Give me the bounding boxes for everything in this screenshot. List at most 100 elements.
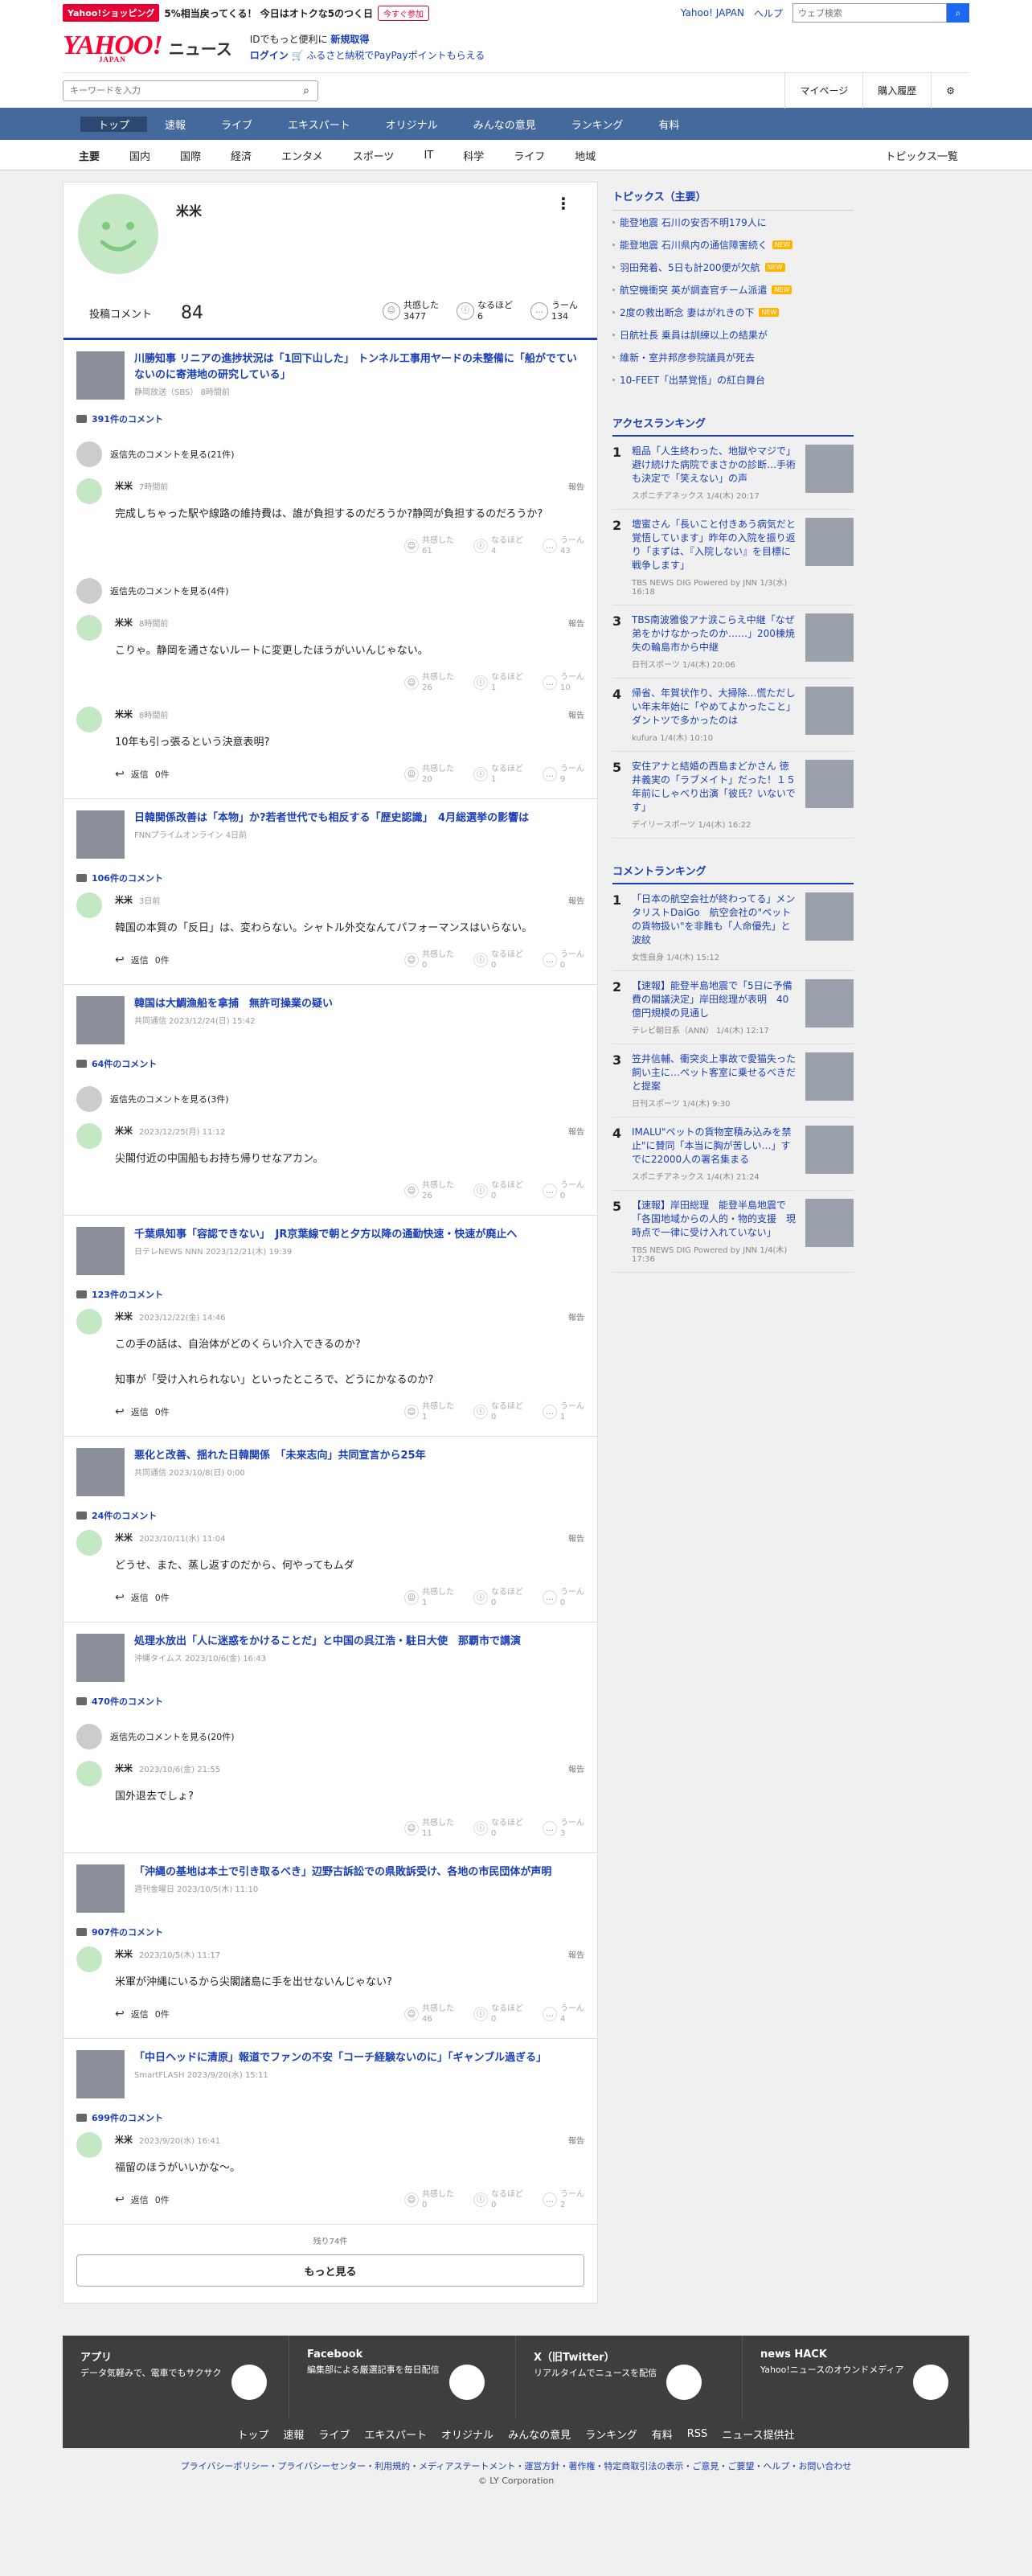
parent-comment-link[interactable]: 返信先のコメントを見る(3件) (76, 1083, 584, 1115)
footer-service-icon[interactable]: Y (231, 2365, 267, 2400)
empathy-button[interactable]: ☺ 共感した 0 (404, 2189, 454, 2210)
topic-item[interactable]: 羽田発着、5日も計200便が欠航 NEW (612, 256, 854, 278)
avatar[interactable] (76, 1123, 102, 1149)
ranking-title[interactable]: TBS南波雅俊アナ涙こらえ中継「なぜ弟をかけなかったのか……」200棟焼失の輪島… (632, 613, 797, 654)
parent-comment-link[interactable]: 返信先のコメントを見る(21件) (76, 438, 584, 470)
gnav-item-0[interactable]: トップ (80, 116, 148, 132)
subnav-item-9[interactable]: 地域 (575, 148, 596, 163)
avatar[interactable] (76, 615, 102, 641)
footer-service[interactable]: Facebook 編集部による厳選記事を毎日配信 f (289, 2336, 516, 2419)
empathy-button[interactable]: ☺ 共感した 1 (404, 1401, 454, 1422)
comment-author[interactable]: 米米 (115, 479, 133, 492)
comment-count-link[interactable]: 470件のコメント (76, 1695, 584, 1708)
avatar[interactable] (76, 2132, 102, 2158)
empathy-button[interactable]: ☺ 共感した 20 (404, 764, 454, 785)
comment-count-text[interactable]: 64件のコメント (92, 1057, 157, 1070)
ranking-title[interactable]: 【速報】岸田総理 能登半島地震で「各国地域からの人的・物的支援 現時点で一律に受… (632, 1199, 797, 1240)
footer-service-icon[interactable]: HACK (913, 2365, 949, 2400)
comment-ranking-title[interactable]: コメントランキング (612, 855, 854, 884)
avatar[interactable] (76, 1761, 102, 1786)
reply-button[interactable]: 返信 0件 (115, 954, 170, 966)
article-title[interactable]: 日韓関係改善は「本物」か?若者世代でも相反する「歴史認識」 4月総選挙の影響は (134, 810, 529, 827)
reply-button[interactable]: 返信 0件 (115, 2008, 170, 2020)
footer-service[interactable]: news HACK Yahoo!ニュースのオウンドメディア HACK (743, 2336, 969, 2419)
comment-author[interactable]: 米米 (115, 708, 133, 720)
comment-author[interactable]: 米米 (115, 1531, 133, 1544)
avatar[interactable] (76, 892, 102, 918)
news-search-input[interactable] (63, 85, 295, 96)
gnav-item-4[interactable]: オリジナル (368, 117, 456, 132)
article-title[interactable]: 千葉県知事「容認できない」 JR京葉線で朝と夕方以降の通勤快速・快速が廃止へ (134, 1227, 517, 1243)
gear-icon[interactable]: ⚙ (931, 72, 969, 109)
subnav-item-0[interactable]: 主要 (79, 148, 100, 163)
ranking-title[interactable]: 壇蜜さん「長いこと付きあう病気だと覚悟しています」昨年の入院を振り返り「まずは、… (632, 518, 797, 572)
footer-service[interactable]: アプリ データ気軽みで、電車でもサクサク Y (63, 2336, 289, 2419)
footer-link[interactable]: ランキング (585, 2426, 637, 2442)
promo-text[interactable]: 5%相当戻ってくる！ 今日はオトクな5のつく日 (164, 6, 373, 20)
footer-service-icon[interactable]: X (666, 2365, 702, 2400)
gnav-item-1[interactable]: 速報 (147, 117, 203, 132)
topic-title[interactable]: 10-FEET「出禁覚悟」の紅白舞台 (620, 373, 765, 387)
ranking-title[interactable]: 帰省、年賀状作り、大掃除…慌ただしい年末年始に「やめてよかったこと」ダントツで多… (632, 687, 797, 728)
reply-button[interactable]: 返信 0件 (115, 2193, 170, 2206)
article-thumbnail[interactable] (76, 1448, 125, 1496)
help-link[interactable]: ヘルプ (754, 6, 783, 20)
ranking-title[interactable]: 笠井信輔、衝突炎上事故で愛猫失った飼い主に…ペット客室に乗せるべきだと提案 (632, 1052, 797, 1093)
empathy-button[interactable]: ☺ 共感した 11 (404, 1818, 454, 1839)
uun-button[interactable]: … うーん 43 (543, 535, 584, 556)
comment-count-link[interactable]: 907件のコメント (76, 1926, 584, 1938)
ranking-item[interactable]: 1 「日本の航空会社が終わってる」メンタリストDaiGo 航空会社の"ペットの貨物… (612, 884, 854, 971)
report-link[interactable]: 報告 (568, 617, 584, 629)
report-link[interactable]: 報告 (568, 708, 584, 720)
parent-comment-text[interactable]: 返信先のコメントを見る(21件) (110, 448, 235, 461)
comment-author[interactable]: 米米 (115, 1762, 133, 1774)
more-button[interactable]: もっと見る (76, 2254, 584, 2287)
footer-link[interactable]: 有料 (652, 2426, 673, 2442)
comment-author[interactable]: 米米 (115, 1124, 133, 1137)
footer-service-title[interactable]: アプリ (80, 2348, 222, 2364)
naruhodo-button[interactable]: ⓘ なるほど 0 (473, 1401, 523, 1422)
naruhodo-button[interactable]: ⓘ なるほど 1 (473, 672, 523, 693)
reply-button[interactable]: 返信 0件 (115, 1591, 170, 1604)
article-title[interactable]: 処理水放出「人に迷惑をかけることだ」と中国の呉江浩・駐日大使 那覇市で講演 (134, 1634, 521, 1650)
parent-comment-link[interactable]: 返信先のコメントを見る(20件) (76, 1721, 584, 1753)
comment-count-text[interactable]: 106件のコメント (92, 872, 163, 884)
report-link[interactable]: 報告 (568, 2134, 584, 2146)
footer-service[interactable]: X（旧Twitter） リアルタイムでニュースを配信 X (516, 2336, 743, 2419)
ranking-title[interactable]: 粗品「人生終わった、地獄やマジで」避け続けた病院でまさかの診断…手術も決定で「笑… (632, 445, 797, 486)
avatar[interactable] (76, 478, 102, 504)
topic-item[interactable]: 2度の救出断念 妻はがれきの下 NEW (612, 301, 854, 323)
footer-link[interactable]: トップ (237, 2426, 268, 2442)
topic-title[interactable]: 維新・室井邦彦参院議員が死去 (620, 351, 755, 364)
report-link[interactable]: 報告 (568, 1532, 584, 1544)
comment-count-link[interactable]: 64件のコメント (76, 1057, 584, 1070)
access-ranking-title[interactable]: アクセスランキング (612, 407, 854, 437)
ranking-item[interactable]: 2 壇蜜さん「長いこと付きあう病気だと覚悟しています」昨年の入院を振り返り「まずは… (612, 510, 854, 605)
article-thumbnail[interactable] (76, 1864, 125, 1913)
footer-link[interactable]: オリジナル (441, 2426, 493, 2442)
ranking-item[interactable]: 5 【速報】岸田総理 能登半島地震で「各国地域からの人的・物的支援 現時点で一律に… (612, 1191, 854, 1273)
gnav-item-3[interactable]: エキスパート (270, 117, 368, 132)
comment-count-link[interactable]: 123件のコメント (76, 1288, 584, 1301)
ranking-thumbnail[interactable] (805, 518, 854, 566)
uun-button[interactable]: … うーん 2 (543, 2189, 584, 2210)
comment-count-link[interactable]: 699件のコメント (76, 2111, 584, 2124)
topics-title[interactable]: トピックス（主要） (612, 182, 854, 211)
furusato-link[interactable]: 🛒 ふるさと納税でPayPayポイントもらえる (292, 50, 485, 61)
ranking-thumbnail[interactable] (805, 979, 854, 1028)
topic-item[interactable]: 航空機衝突 英が調査官チーム派遣 NEW (612, 278, 854, 301)
ranking-item[interactable]: 4 帰省、年賀状作り、大掃除…慌ただしい年末年始に「やめてよかったこと」ダントツで… (612, 679, 854, 752)
topic-title[interactable]: 羽田発着、5日も計200便が欠航 (620, 260, 760, 274)
uun-button[interactable]: … うーん 1 (543, 1401, 584, 1422)
topic-title[interactable]: 2度の救出断念 妻はがれきの下 (620, 306, 754, 319)
ranking-thumbnail[interactable] (805, 613, 854, 662)
ranking-item[interactable]: 5 安住アナと結婚の西島まどかさん 徳井義実の「ラブメイト」だった！１５年前にしゃ… (612, 752, 854, 839)
footer-service-icon[interactable]: f (448, 2365, 485, 2400)
login-link[interactable]: ログイン (250, 50, 289, 61)
topics-list-link[interactable]: トピックス一覧 (885, 148, 958, 163)
footer-link[interactable]: ライブ (318, 2426, 350, 2442)
footer-link[interactable]: 速報 (283, 2426, 304, 2442)
uun-button[interactable]: … うーん 4 (543, 2004, 584, 2024)
naruhodo-button[interactable]: ⓘ なるほど 4 (473, 535, 523, 556)
subnav-item-1[interactable]: 国内 (129, 148, 150, 163)
